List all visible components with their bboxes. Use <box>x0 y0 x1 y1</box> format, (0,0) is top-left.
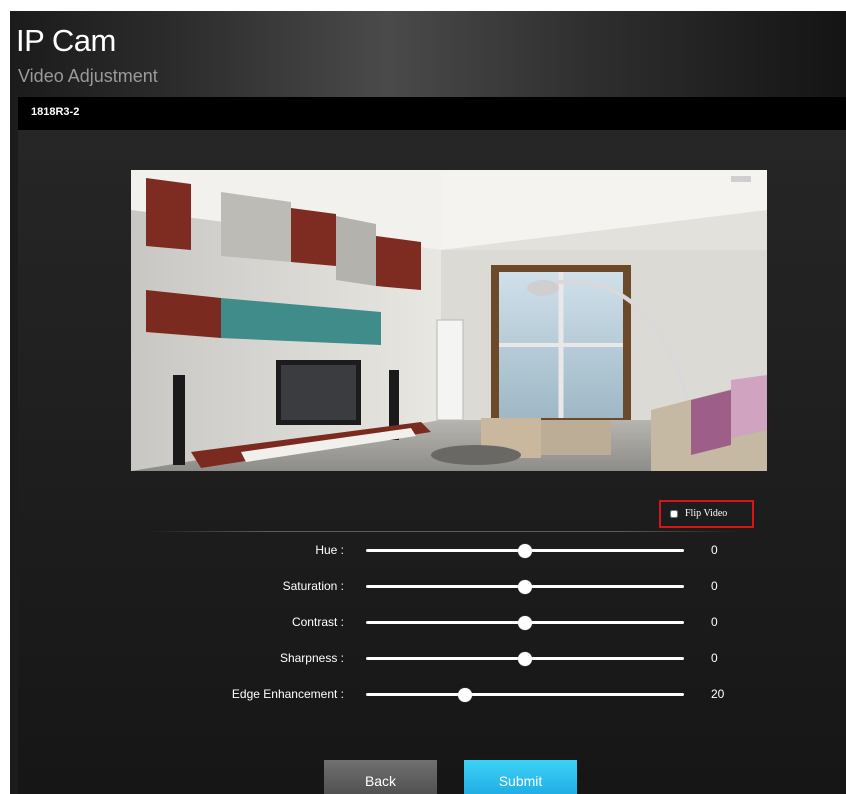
back-button[interactable]: Back <box>324 760 437 794</box>
flip-video-highlight: Flip Video <box>659 500 754 528</box>
page-subtitle: Video Adjustment <box>18 66 158 86</box>
sharpness-slider-thumb[interactable] <box>518 652 532 666</box>
contrast-slider-thumb[interactable] <box>518 616 532 630</box>
sharpness-slider[interactable] <box>366 652 684 666</box>
saturation-slider-thumb[interactable] <box>518 580 532 594</box>
edge-enhancement-slider[interactable] <box>366 688 684 702</box>
slider-row-edge-enhancement: Edge Enhancement : 20 <box>18 684 846 704</box>
slider-value: 0 <box>711 543 718 557</box>
slider-value: 20 <box>711 687 725 701</box>
slider-value: 0 <box>711 615 718 629</box>
slider-row-contrast: Contrast : 0 <box>18 612 846 632</box>
page: IP Cam Video Adjustment 1818R3-2 Flip Vi… <box>10 11 846 794</box>
slider-value: 0 <box>711 651 718 665</box>
hue-slider-thumb[interactable] <box>518 544 532 558</box>
divider <box>146 531 742 532</box>
slider-label: Sharpness : <box>279 651 344 665</box>
flip-video-checkbox[interactable] <box>670 510 678 518</box>
slider-label: Saturation : <box>282 579 344 593</box>
slider-label: Contrast : <box>291 615 344 629</box>
slider-row-sharpness: Sharpness : 0 <box>18 648 846 668</box>
slider-row-hue: Hue : 0 <box>18 540 846 560</box>
slider-row-saturation: Saturation : 0 <box>18 576 846 596</box>
video-preview <box>131 170 767 471</box>
device-name: 1818R3-2 <box>31 106 80 118</box>
slider-value: 0 <box>711 579 718 593</box>
content-panel: Flip Video Hue : 0 Saturation : 0 Contra… <box>18 130 846 794</box>
hue-slider[interactable] <box>366 544 684 558</box>
device-bar: 1818R3-2 <box>18 97 846 130</box>
edge-enhancement-slider-thumb[interactable] <box>457 688 472 702</box>
video-preview-image <box>131 170 767 471</box>
contrast-slider[interactable] <box>366 616 684 630</box>
submit-button[interactable]: Submit <box>464 760 577 794</box>
saturation-slider[interactable] <box>366 580 684 594</box>
slider-label: Hue : <box>315 543 344 557</box>
flip-video-label[interactable]: Flip Video <box>685 508 727 519</box>
app-title: IP Cam <box>16 23 116 58</box>
slider-label: Edge Enhancement : <box>231 687 344 701</box>
